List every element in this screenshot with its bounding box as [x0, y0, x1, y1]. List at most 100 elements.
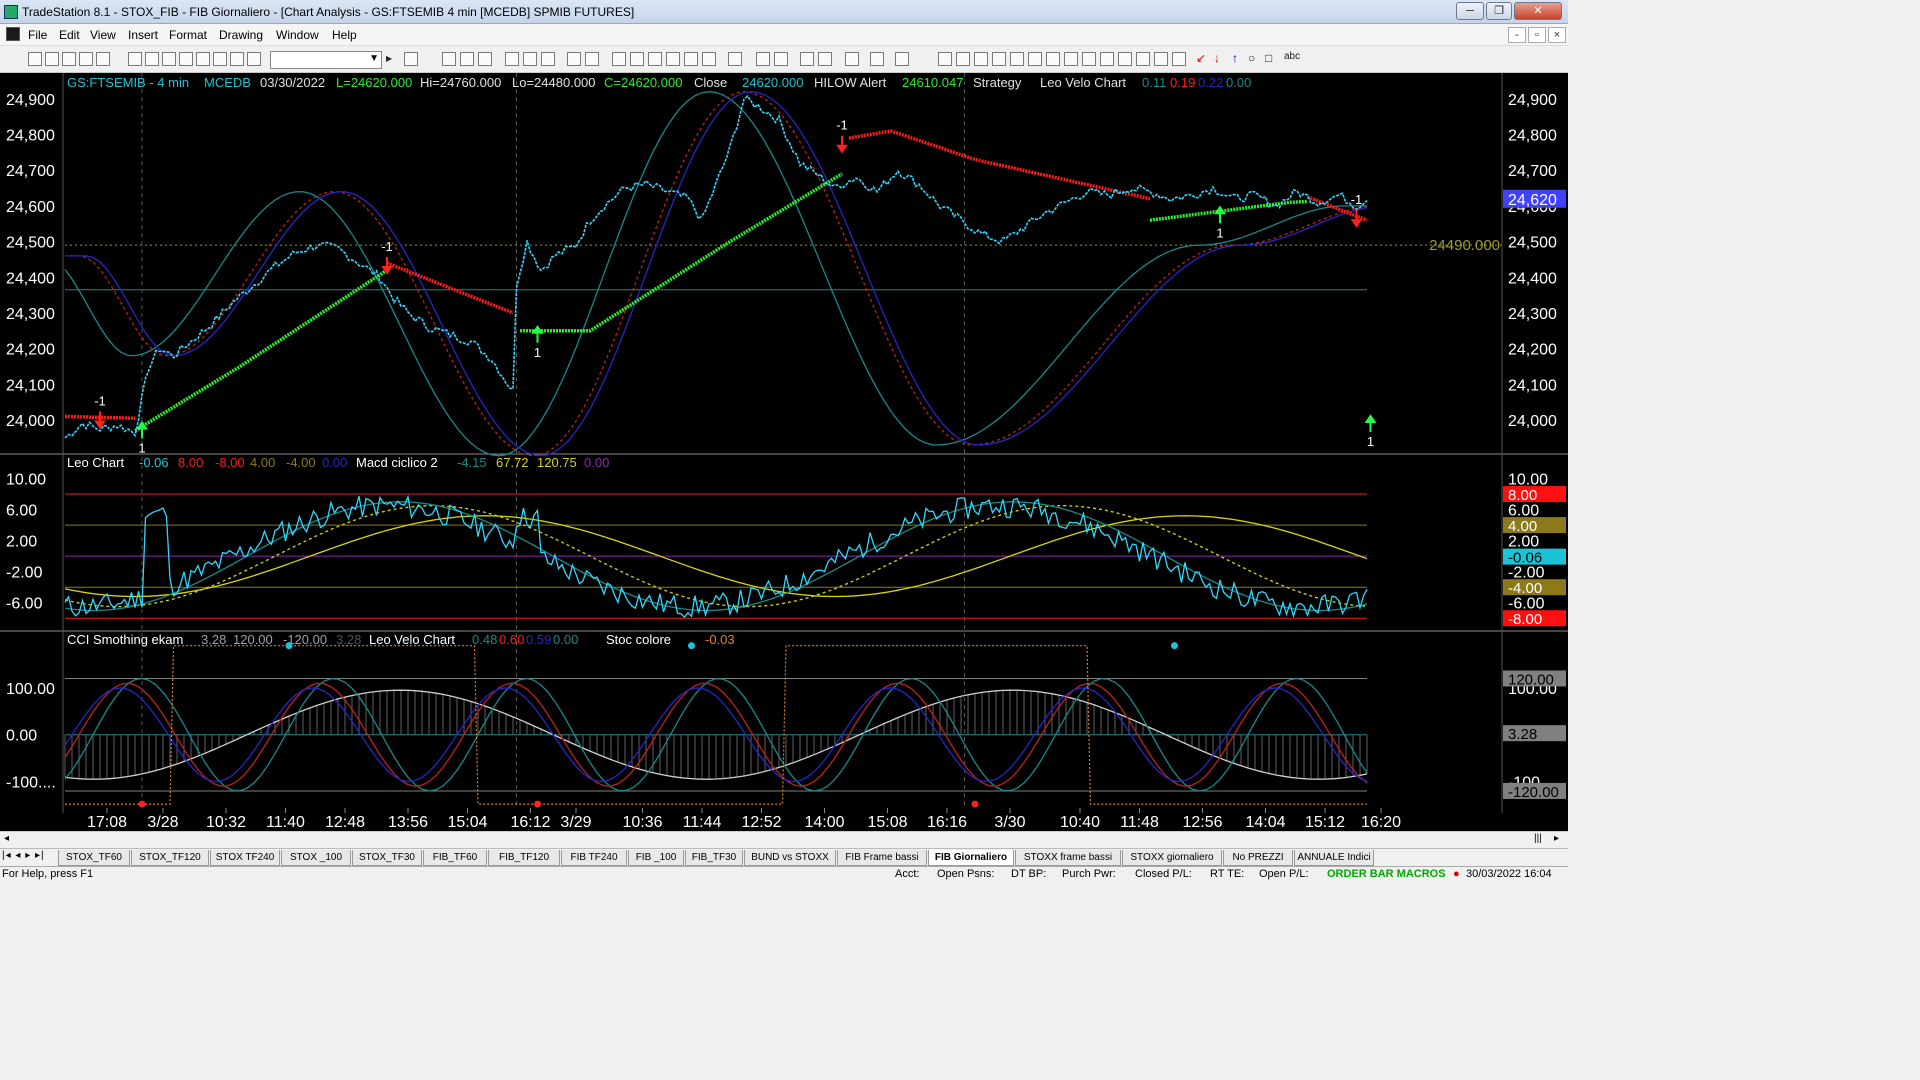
menu-help[interactable]: Help	[332, 28, 357, 42]
paste-icon[interactable]	[179, 52, 193, 66]
app-icon[interactable]	[4, 5, 18, 19]
ray-icon[interactable]	[1118, 52, 1132, 66]
crosshair-icon[interactable]	[818, 52, 832, 66]
tab-fib-tf240[interactable]: FIB TF240	[561, 850, 627, 866]
tab-stox-100[interactable]: STOX _100	[281, 850, 351, 866]
chart-type-icon[interactable]	[230, 52, 244, 66]
status-macros[interactable]: ORDER BAR MACROS	[1327, 868, 1446, 880]
tools-icon[interactable]	[845, 52, 859, 66]
tab-stoxx-frame-bassi[interactable]: STOXX frame bassi	[1015, 850, 1121, 866]
tab-fib-100[interactable]: FIB _100	[628, 850, 684, 866]
new-window-icon[interactable]	[45, 52, 59, 66]
arrow-down-red-icon[interactable]: ↓	[1214, 51, 1220, 65]
arrow-tool-icon[interactable]	[1100, 52, 1114, 66]
scroll-thumb-icon[interactable]: |||	[1534, 833, 1542, 844]
expand-icon[interactable]	[684, 52, 698, 66]
zoom-out-icon[interactable]	[774, 52, 788, 66]
copy-icon[interactable]	[162, 52, 176, 66]
maximize-button[interactable]: ❐	[1486, 2, 1512, 20]
tab-fib-giornaliero[interactable]: FIB Giornaliero	[928, 850, 1014, 866]
insert-grid-icon[interactable]	[460, 52, 474, 66]
andrews-icon[interactable]	[1082, 52, 1096, 66]
arrow-up-blue-icon[interactable]: ↑	[1232, 51, 1238, 65]
stoc-dot-0	[285, 642, 293, 650]
child-minimize-icon[interactable]: -	[1508, 27, 1526, 43]
tab-scroll-icon[interactable]: |◂ ◂ ▸ ▸|	[2, 850, 45, 861]
pointer-icon[interactable]	[800, 52, 814, 66]
radar-icon[interactable]	[505, 52, 519, 66]
go-icon[interactable]: ▸	[386, 51, 392, 65]
menu-format[interactable]: Format	[169, 28, 207, 42]
vertical-line-icon[interactable]	[956, 52, 970, 66]
tab-annuale-indici[interactable]: ANNUALE Indici	[1294, 850, 1374, 866]
pen-icon[interactable]	[1172, 52, 1186, 66]
cut-icon[interactable]	[145, 52, 159, 66]
tab-stoxx-giornaliero[interactable]: STOXX giornaliero	[1122, 850, 1222, 866]
bar-icon[interactable]	[666, 52, 680, 66]
arc-icon[interactable]	[1136, 52, 1150, 66]
fib-icon[interactable]	[1028, 52, 1042, 66]
shrink-icon[interactable]	[702, 52, 716, 66]
tab-no-prezzi[interactable]: No PREZZI	[1223, 850, 1293, 866]
zoom-in-icon[interactable]	[756, 52, 770, 66]
text-tool-icon[interactable]: abc	[1284, 51, 1300, 62]
save-icon[interactable]	[79, 52, 93, 66]
symbol-combo[interactable]: ▼	[270, 51, 382, 69]
menu-view[interactable]: View	[90, 28, 116, 42]
menu-file[interactable]: File	[28, 28, 47, 42]
horizontal-line-icon[interactable]	[974, 52, 988, 66]
channel-icon[interactable]	[992, 52, 1006, 66]
menu-insert[interactable]: Insert	[128, 28, 158, 42]
chart-canvas[interactable]: GS:FTSEMIB - 4 min MCEDB 03/30/2022 L=24620…	[0, 73, 1568, 831]
options-icon[interactable]	[541, 52, 555, 66]
open-folder-icon[interactable]	[62, 52, 76, 66]
tab-stox-tf240[interactable]: STOX TF240	[210, 850, 280, 866]
arrow-down-tool-icon[interactable]: ↙	[1196, 51, 1206, 65]
scanner-icon[interactable]	[523, 52, 537, 66]
candle-icon[interactable]	[648, 52, 662, 66]
find-icon[interactable]	[404, 52, 418, 66]
horizontal-scrollbar[interactable]: ◂ ||| ▸	[0, 831, 1568, 848]
speed-line-icon[interactable]	[1064, 52, 1078, 66]
link-icon[interactable]	[213, 52, 227, 66]
rectangle-icon[interactable]: □	[1265, 51, 1272, 65]
format-icon[interactable]	[612, 52, 626, 66]
menu-edit[interactable]: Edit	[59, 28, 80, 42]
insert-matrix-icon[interactable]	[478, 52, 492, 66]
close-button[interactable]: ✕	[1514, 2, 1562, 20]
print-icon[interactable]	[128, 52, 142, 66]
cycle-icon[interactable]	[1154, 52, 1168, 66]
globe-icon[interactable]	[247, 52, 261, 66]
document-icon[interactable]	[6, 27, 20, 41]
indicator-icon[interactable]	[585, 52, 599, 66]
tab-fib-tf60[interactable]: FIB_TF60	[423, 850, 487, 866]
scroll-left-icon[interactable]: ◂	[4, 833, 9, 844]
minimize-button[interactable]: ─	[1456, 2, 1484, 20]
trendline-icon[interactable]	[938, 52, 952, 66]
tab-stox-tf120[interactable]: STOX_TF120	[131, 850, 209, 866]
insert-chart-icon[interactable]	[442, 52, 456, 66]
tab-fib-tf120[interactable]: FIB_TF120	[488, 850, 560, 866]
tab-stox-tf30[interactable]: STOX_TF30	[352, 850, 422, 866]
data-icon[interactable]	[630, 52, 644, 66]
ellipse-icon[interactable]: ○	[1248, 51, 1255, 65]
hide-icon[interactable]	[870, 52, 884, 66]
child-close-icon[interactable]: ×	[1548, 27, 1566, 43]
strategy-icon[interactable]	[567, 52, 581, 66]
new-file-icon[interactable]	[28, 52, 42, 66]
menu-drawing[interactable]: Drawing	[219, 28, 263, 42]
lock-icon[interactable]	[196, 52, 210, 66]
tab-stox-tf60[interactable]: STOX_TF60	[58, 850, 130, 866]
menu-window[interactable]: Window	[276, 28, 319, 42]
gann-icon[interactable]	[1046, 52, 1060, 66]
save-all-icon[interactable]	[96, 52, 110, 66]
chart-window[interactable]: GS:FTSEMIB - 4 min MCEDB 03/30/2022 L=24620…	[0, 73, 1568, 831]
tab-bund-vs-stoxx[interactable]: BUND vs STOXX	[744, 850, 836, 866]
regression-icon[interactable]	[1010, 52, 1024, 66]
tab-fib-tf30[interactable]: FIB_TF30	[685, 850, 743, 866]
scroll-right-icon[interactable]: ▸	[1554, 833, 1559, 844]
tab-fib-frame-bassi[interactable]: FIB Frame bassi	[837, 850, 927, 866]
child-restore-icon[interactable]: ▫	[1528, 27, 1546, 43]
space-icon[interactable]	[728, 52, 742, 66]
disabled-icon[interactable]	[895, 52, 909, 66]
